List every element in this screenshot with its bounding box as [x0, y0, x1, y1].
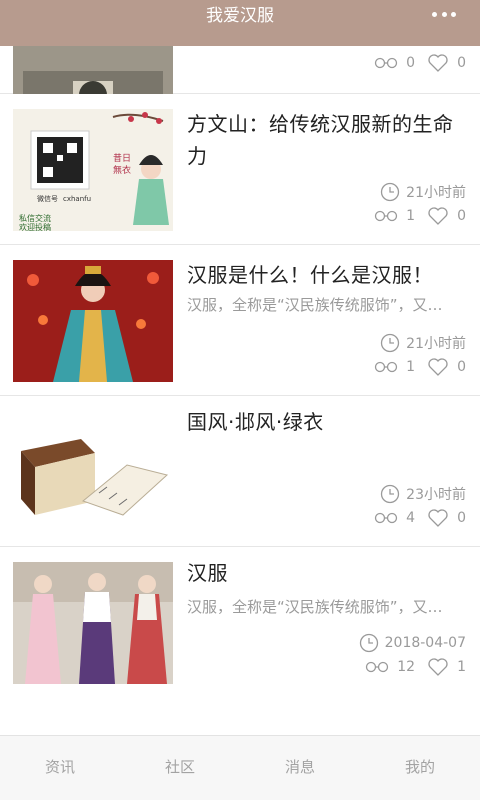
article-title[interactable]: 国风·邶风·绿衣 — [187, 406, 467, 438]
more-icon[interactable] — [432, 9, 456, 19]
article-stats: 12 1 — [365, 657, 466, 677]
article-item[interactable]: 汉服 汉服，全称是“汉民族传统服饰”，又… 2018-04-07 12 1 — [0, 547, 480, 698]
views-count: 1 — [374, 359, 415, 375]
views-count: 12 — [365, 659, 415, 675]
article-thumbnail — [13, 260, 173, 382]
article-title[interactable]: 汉服是什么！什么是汉服！ — [187, 259, 467, 291]
glasses-icon — [375, 512, 398, 524]
svg-text:昔日: 昔日 — [113, 153, 131, 164]
clock-icon — [381, 182, 400, 202]
svg-text:私信交流: 私信交流 — [19, 213, 51, 223]
article-thumbnail — [13, 562, 173, 684]
heart-icon — [428, 207, 448, 225]
views-count: 4 — [374, 510, 415, 526]
article-stats: 0 0 — [374, 53, 466, 73]
article-time: 2018-04-07 — [359, 633, 466, 653]
article-item[interactable]: 0 0 — [0, 46, 480, 123]
likes-count[interactable]: 0 — [427, 206, 466, 226]
app-header: 我爱汉服 — [0, 0, 480, 46]
likes-count[interactable]: 0 — [427, 357, 466, 377]
article-time: 23小时前 — [380, 484, 466, 504]
views-count: 0 — [374, 55, 415, 71]
article-feed: 0 0 微信号 cxhanfu 私信交流 欢迎投稿 昔日 無衣 方文山：给传统汉… — [0, 46, 480, 735]
article-summary: 汉服，全称是“汉民族传统服饰”，又… — [187, 598, 443, 616]
tab-news[interactable]: 资讯 — [0, 736, 120, 800]
tab-messages[interactable]: 消息 — [240, 736, 360, 800]
article-title[interactable]: 方文山：给传统汉服新的生命力 — [187, 108, 467, 172]
article-item[interactable]: 汉服是什么！什么是汉服！ 汉服，全称是“汉民族传统服饰”，又… 21小时前 1 … — [0, 245, 480, 396]
svg-text:欢迎投稿: 欢迎投稿 — [19, 222, 51, 231]
article-thumbnail — [13, 411, 173, 533]
svg-text:無衣: 無衣 — [113, 164, 131, 176]
article-stats: 1 0 — [374, 357, 466, 377]
svg-text:微信号: 微信号 — [37, 194, 58, 203]
article-summary: 汉服，全称是“汉民族传统服饰”，又… — [187, 296, 443, 314]
article-item[interactable]: 国风·邶风·绿衣 23小时前 4 0 — [0, 396, 480, 547]
heart-icon — [428, 358, 448, 376]
heart-icon — [428, 509, 448, 527]
article-item[interactable]: 微信号 cxhanfu 私信交流 欢迎投稿 昔日 無衣 方文山：给传统汉服新的生… — [0, 94, 480, 245]
likes-count[interactable]: 0 — [427, 53, 466, 73]
views-count: 1 — [374, 208, 415, 224]
clock-icon — [381, 333, 400, 353]
page-title: 我爱汉服 — [206, 6, 274, 26]
likes-count[interactable]: 1 — [427, 657, 466, 677]
heart-icon — [428, 54, 448, 72]
article-stats: 4 0 — [374, 508, 466, 528]
glasses-icon — [375, 210, 398, 222]
glasses-icon — [375, 57, 398, 69]
article-thumbnail: 微信号 cxhanfu 私信交流 欢迎投稿 昔日 無衣 — [13, 109, 173, 231]
tab-profile[interactable]: 我的 — [360, 736, 480, 800]
clock-icon — [381, 484, 400, 504]
article-title[interactable]: 汉服 — [187, 557, 467, 589]
glasses-icon — [375, 361, 398, 373]
heart-icon — [428, 658, 448, 676]
bottom-tab-bar: 资讯 社区 消息 我的 — [0, 735, 480, 800]
article-stats: 1 0 — [374, 206, 466, 226]
article-time: 21小时前 — [380, 333, 466, 353]
glasses-icon — [366, 661, 389, 673]
tab-community[interactable]: 社区 — [120, 736, 240, 800]
likes-count[interactable]: 0 — [427, 508, 466, 528]
clock-icon — [359, 633, 378, 653]
article-time: 21小时前 — [380, 182, 466, 202]
svg-text:cxhanfu: cxhanfu — [63, 195, 91, 203]
